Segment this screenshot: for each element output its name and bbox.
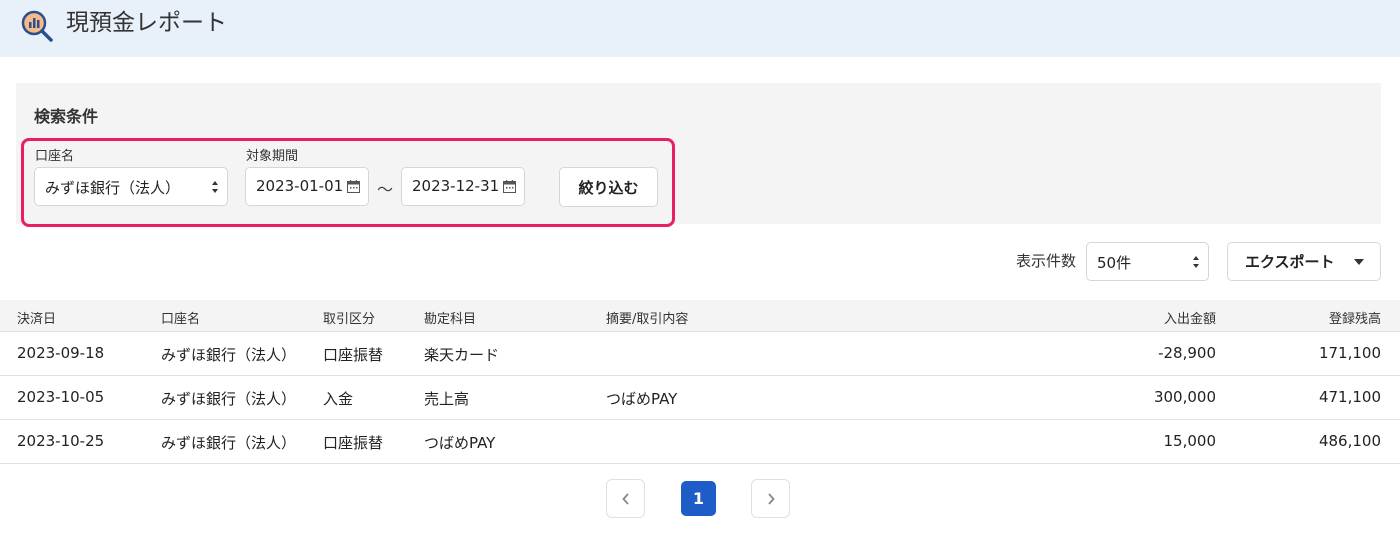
table-row[interactable]: 2023-10-25 みずほ銀行（法人） 口座振替 つばめPAY 15,000 … [0, 420, 1400, 464]
column-header-date[interactable]: 決済日 [17, 308, 56, 327]
account-select[interactable]: みずほ銀行（法人） [34, 167, 228, 206]
cell-amount: 300,000 [1153, 388, 1216, 406]
cell-category: 楽天カード [424, 346, 500, 364]
cell-account: みずほ銀行（法人） [161, 390, 297, 408]
column-header-memo[interactable]: 摘要/取引内容 [606, 308, 688, 327]
prev-page-button[interactable] [606, 479, 645, 518]
export-button-label: エクスポート [1245, 253, 1335, 271]
cell-category: つばめPAY [424, 434, 496, 452]
table-row[interactable]: 2023-09-18 みずほ銀行（法人） 口座振替 楽天カード -28,900 … [0, 332, 1400, 376]
column-header-amount[interactable]: 入出金額 [1164, 308, 1216, 327]
cell-account: みずほ銀行（法人） [161, 346, 297, 364]
page-size-value: 50件 [1097, 254, 1132, 272]
column-header-type[interactable]: 取引区分 [323, 308, 375, 327]
page-size-label: 表示件数 [1016, 252, 1077, 270]
cell-memo: つばめPAY [606, 390, 678, 408]
cell-category: 売上高 [424, 390, 470, 408]
column-header-category[interactable]: 勘定科目 [424, 308, 476, 327]
calendar-icon[interactable] [503, 180, 516, 193]
select-arrows-icon [212, 181, 218, 193]
cell-type: 入金 [323, 390, 354, 408]
date-range-separator: ～ [377, 180, 394, 199]
account-select-value: みずほ銀行（法人） [45, 179, 181, 197]
account-label: 口座名 [35, 149, 75, 164]
page-header: 現預金レポート [0, 0, 1400, 57]
report-search-icon [21, 10, 53, 42]
caret-down-icon [1354, 259, 1364, 265]
table-header: 決済日 口座名 取引区分 勘定科目 摘要/取引内容 入出金額 登録残高 [0, 300, 1400, 332]
column-header-balance[interactable]: 登録残高 [1329, 308, 1381, 327]
cell-date: 2023-10-05 [17, 388, 105, 406]
next-page-button[interactable] [751, 479, 790, 518]
cell-type: 口座振替 [323, 346, 384, 364]
column-header-account[interactable]: 口座名 [161, 308, 200, 327]
cell-balance: 171,100 [1318, 344, 1381, 362]
cell-amount: 15,000 [1163, 432, 1217, 450]
date-from-value: 2023-01-01 [256, 177, 344, 195]
cell-date: 2023-09-18 [17, 344, 105, 362]
chevron-right-icon [767, 492, 775, 505]
calendar-icon[interactable] [347, 180, 360, 193]
cell-balance: 471,100 [1318, 388, 1381, 406]
cell-amount: -28,900 [1158, 344, 1216, 362]
page-size-select[interactable]: 50件 [1086, 242, 1209, 281]
cell-type: 口座振替 [323, 434, 384, 452]
page-title: 現預金レポート [66, 10, 227, 36]
date-to-input[interactable]: 2023-12-31 [401, 167, 525, 206]
cell-account: みずほ銀行（法人） [161, 434, 297, 452]
chevron-left-icon [621, 492, 629, 505]
select-arrows-icon [1193, 256, 1199, 268]
search-panel-title: 検索条件 [34, 107, 99, 126]
filter-button[interactable]: 絞り込む [559, 167, 658, 207]
page-number-current[interactable]: 1 [681, 481, 716, 516]
date-to-value: 2023-12-31 [412, 177, 500, 195]
period-label: 対象期間 [246, 149, 299, 164]
table-row[interactable]: 2023-10-05 みずほ銀行（法人） 入金 売上高 つばめPAY 300,0… [0, 376, 1400, 420]
export-button[interactable]: エクスポート [1227, 242, 1381, 281]
date-from-input[interactable]: 2023-01-01 [245, 167, 369, 206]
cell-balance: 486,100 [1318, 432, 1381, 450]
cell-date: 2023-10-25 [17, 432, 105, 450]
